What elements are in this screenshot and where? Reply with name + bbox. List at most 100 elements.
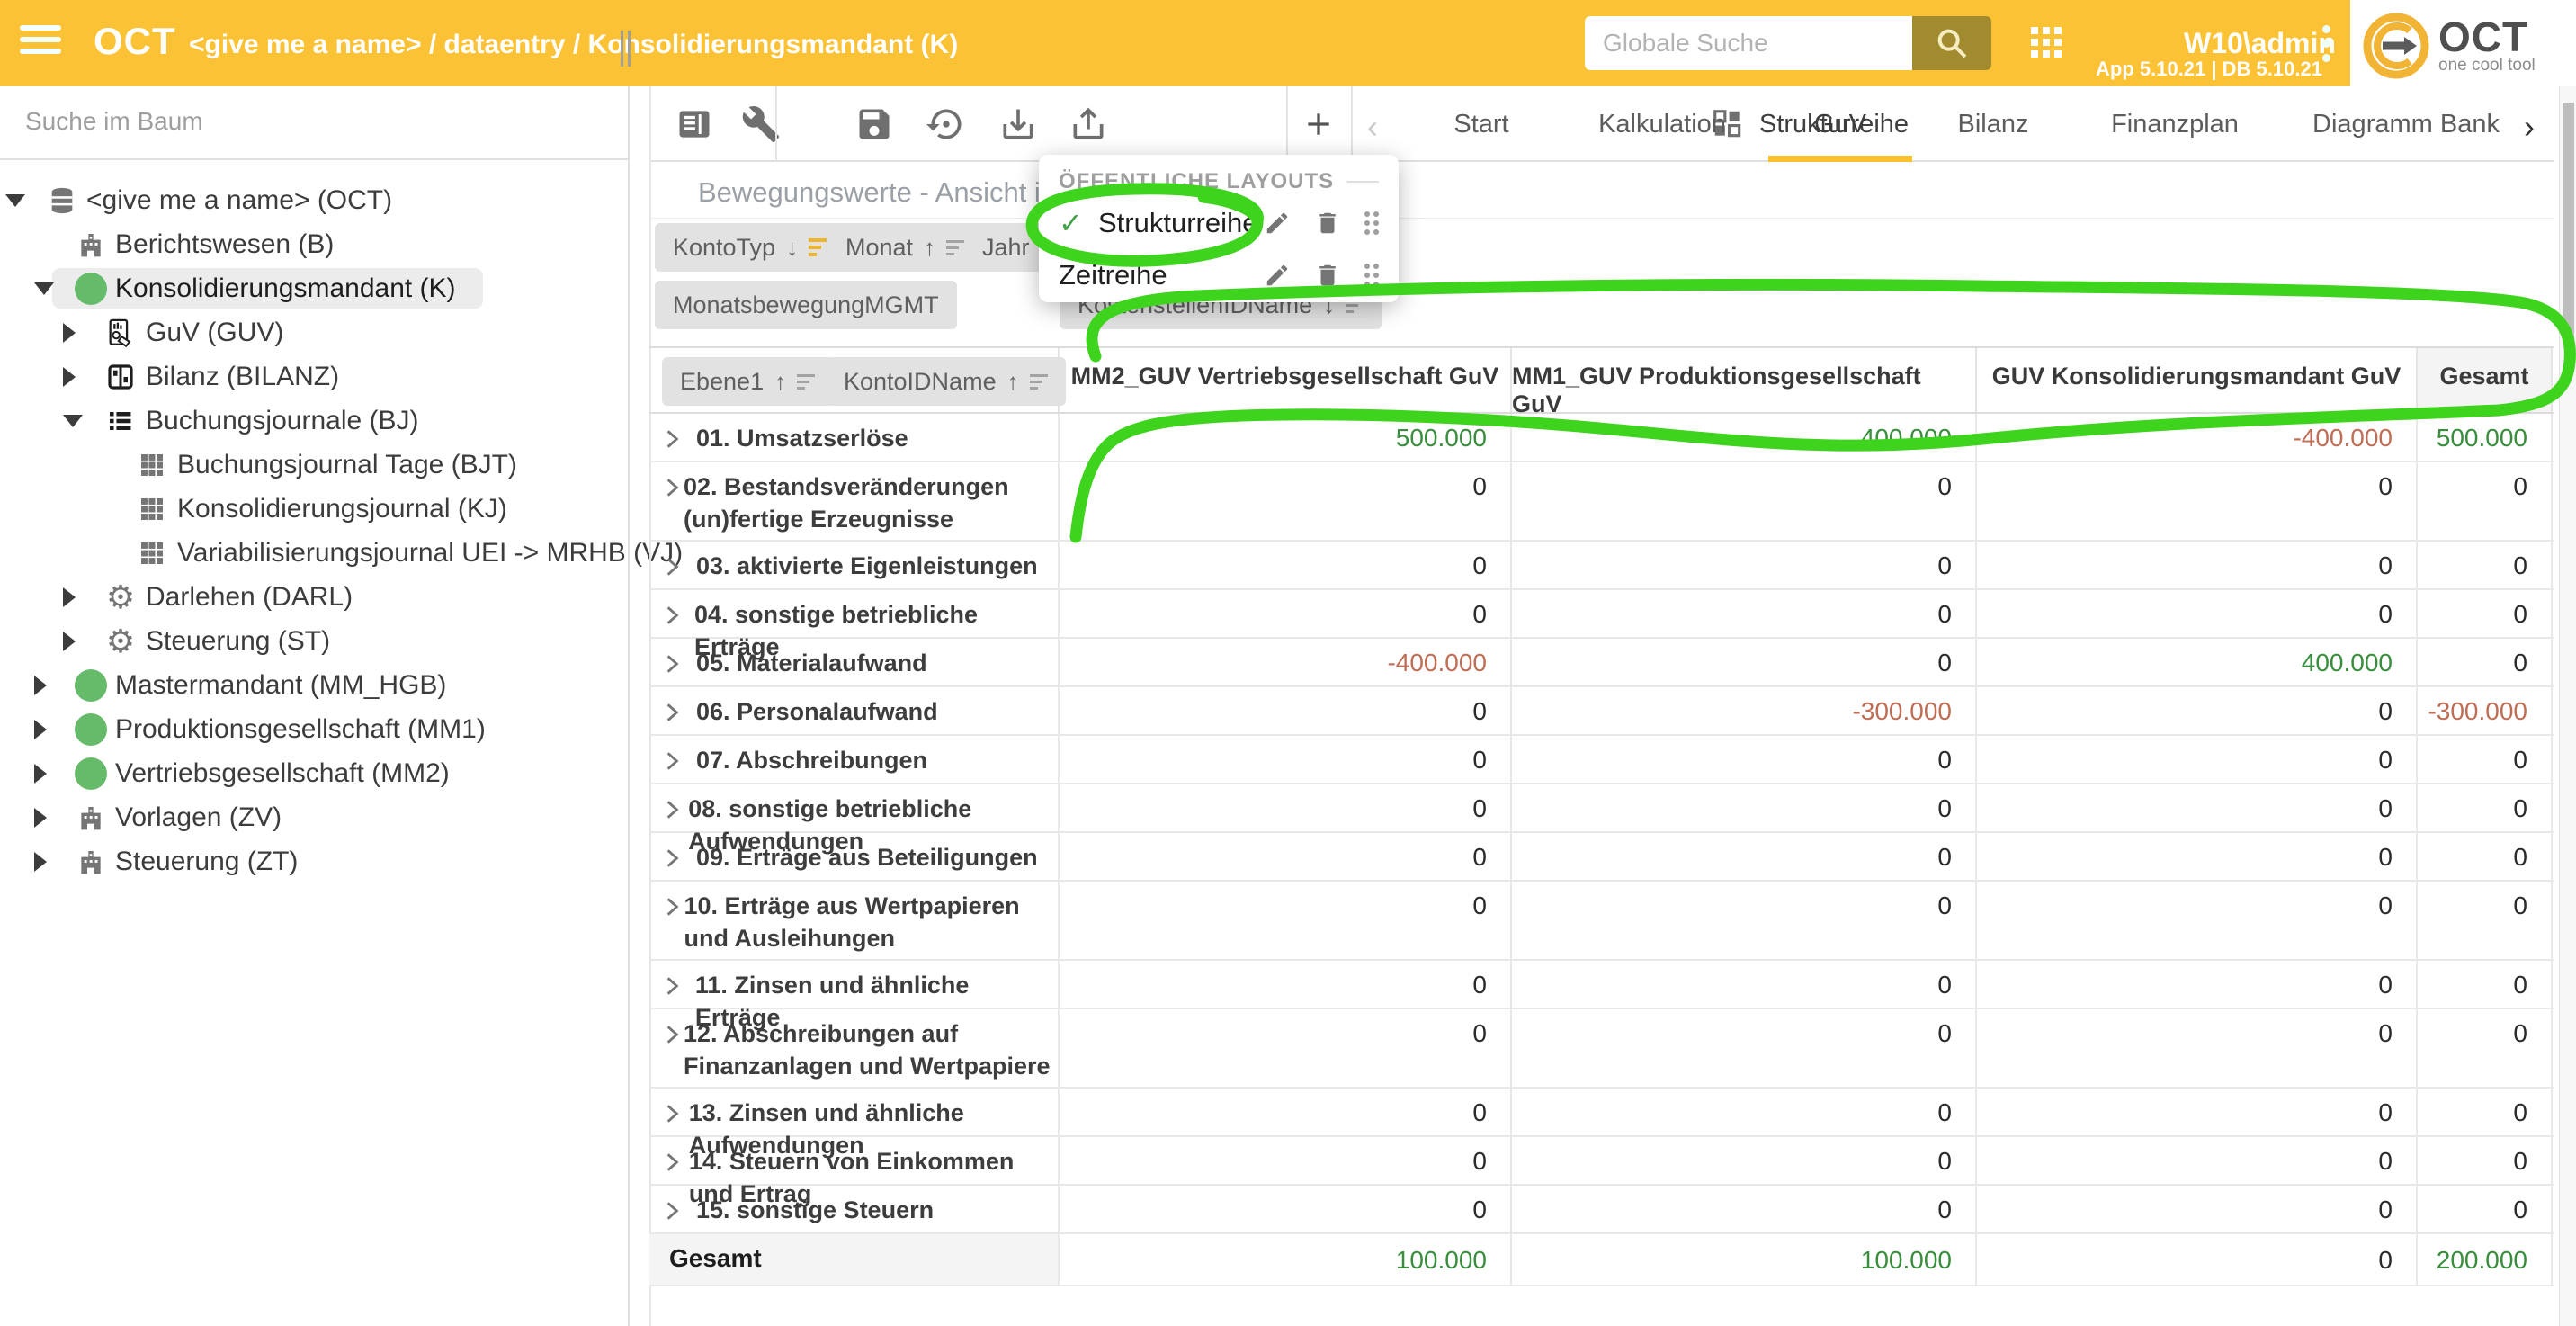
- tree-collapse-arrow-icon[interactable]: [34, 764, 47, 784]
- layout-menu-item-strukturreihe[interactable]: ✓Strukturreihe: [1059, 200, 1379, 246]
- tree-collapse-arrow-icon[interactable]: [63, 632, 76, 651]
- tree-item-steuerung-zt-[interactable]: Steuerung (ZT): [0, 839, 630, 883]
- value-cell[interactable]: 0: [2418, 1137, 2553, 1184]
- value-cell[interactable]: 0: [1060, 833, 1512, 880]
- download-button[interactable]: [997, 103, 1040, 146]
- value-cell[interactable]: 0: [1977, 833, 2418, 880]
- group-chip-monat[interactable]: Monat↑: [827, 223, 982, 272]
- expand-row-chevron-icon[interactable]: [660, 647, 696, 685]
- expand-row-chevron-icon[interactable]: [660, 550, 696, 588]
- tree-collapse-arrow-icon[interactable]: [63, 587, 76, 607]
- tab-kalkulation[interactable]: Kalkulation: [1598, 86, 1726, 162]
- tree-collapse-arrow-icon[interactable]: [34, 852, 47, 872]
- value-cell[interactable]: 0: [1060, 882, 1512, 959]
- expand-row-chevron-icon[interactable]: [660, 1194, 696, 1232]
- table-row[interactable]: 04. sonstige betriebliche Erträge0000: [649, 590, 2554, 639]
- group-chip-kontoidname[interactable]: KontoIDName↑: [826, 357, 1066, 406]
- expand-row-chevron-icon[interactable]: [660, 1097, 689, 1135]
- column-header-col2[interactable]: MM1_GUV Produktionsgesellschaft GuV: [1512, 348, 1977, 412]
- tree-item-produktionsgesellschaft-mm1-[interactable]: Produktionsgesellschaft (MM1): [0, 707, 630, 751]
- group-chip-ebene1[interactable]: Ebene1↑: [662, 357, 833, 406]
- tree-item-vertriebsgesellschaft-mm2-[interactable]: Vertriebsgesellschaft (MM2): [0, 751, 630, 795]
- tab-start[interactable]: Start: [1453, 86, 1508, 162]
- upload-button[interactable]: [1067, 103, 1110, 146]
- value-cell[interactable]: 0: [1060, 736, 1512, 783]
- table-row[interactable]: 10. Erträge aus Wertpapieren und Ausleih…: [649, 882, 2554, 961]
- value-cell[interactable]: 0: [1977, 1089, 2418, 1135]
- value-cell[interactable]: 0: [2418, 462, 2553, 540]
- value-cell[interactable]: 0: [1512, 1009, 1977, 1087]
- tree-item-guv-guv-[interactable]: GuV (GUV): [0, 310, 630, 354]
- value-cell[interactable]: 0: [2418, 1186, 2553, 1232]
- tree-collapse-arrow-icon[interactable]: [34, 676, 47, 695]
- column-header-col1[interactable]: MM2_GUV Vertriebsgesellschaft GuV: [1060, 348, 1512, 412]
- table-row[interactable]: 07. Abschreibungen0000: [649, 736, 2554, 784]
- value-cell[interactable]: 0: [1512, 961, 1977, 1008]
- delete-trash-icon[interactable]: [1314, 262, 1341, 289]
- edit-pencil-icon[interactable]: [1264, 210, 1291, 237]
- tree-item-bilanz-bilanz-[interactable]: Bilanz (BILANZ): [0, 354, 630, 399]
- column-header-gesamt[interactable]: Gesamt: [2418, 348, 2553, 412]
- global-search-button[interactable]: [1912, 16, 1991, 70]
- tree-collapse-arrow-icon[interactable]: [63, 323, 76, 343]
- value-cell[interactable]: 0: [1060, 961, 1512, 1008]
- value-cell[interactable]: 0: [1060, 542, 1512, 588]
- tree-item-steuerung-st-[interactable]: ⚙Steuerung (ST): [0, 619, 630, 663]
- table-row[interactable]: 05. Materialaufwand-400.0000400.0000: [649, 639, 2554, 687]
- group-chip-monatsbewegungmgmt[interactable]: MonatsbewegungMGMT: [655, 281, 957, 329]
- save-button[interactable]: [853, 103, 896, 146]
- value-cell[interactable]: 500.000: [2418, 414, 2553, 461]
- table-row[interactable]: 01. Umsatzserlöse500.000400.000-400.0005…: [649, 414, 2554, 462]
- value-cell[interactable]: -400.000: [1977, 414, 2418, 461]
- tree-collapse-arrow-icon[interactable]: [34, 720, 47, 739]
- value-cell[interactable]: 0: [1977, 882, 2418, 959]
- tree-item--give-me-a-name-oct-[interactable]: <give me a name> (OCT): [0, 178, 630, 222]
- value-cell[interactable]: 0: [1977, 462, 2418, 540]
- value-cell[interactable]: 0: [1512, 833, 1977, 880]
- value-cell[interactable]: 0: [2418, 542, 2553, 588]
- value-cell[interactable]: 0: [2418, 1009, 2553, 1087]
- value-cell[interactable]: 0: [1977, 1009, 2418, 1087]
- table-row[interactable]: 08. sonstige betriebliche Aufwendungen00…: [649, 784, 2554, 833]
- tree-collapse-arrow-icon[interactable]: [34, 808, 47, 828]
- expand-row-chevron-icon[interactable]: [660, 793, 688, 831]
- tree-item-buchungsjournal-tage-bjt-[interactable]: Buchungsjournal Tage (BJT): [0, 443, 630, 487]
- expand-row-chevron-icon[interactable]: [660, 841, 696, 880]
- value-cell[interactable]: 0: [1977, 736, 2418, 783]
- user-menu-kebab-icon[interactable]: [2322, 25, 2331, 68]
- value-cell[interactable]: 0: [1512, 590, 1977, 637]
- tree-collapse-arrow-icon[interactable]: [63, 367, 76, 387]
- layout-selector-button[interactable]: Strukturreihe: [1711, 99, 1909, 149]
- table-row[interactable]: 15. sonstige Steuern0000: [649, 1186, 2554, 1234]
- value-cell[interactable]: -300.000: [1512, 687, 1977, 734]
- value-cell[interactable]: 0: [2418, 961, 2553, 1008]
- value-cell[interactable]: 0: [1512, 1089, 1977, 1135]
- value-cell[interactable]: 0: [1060, 590, 1512, 637]
- value-cell[interactable]: 0: [1060, 784, 1512, 831]
- value-cell[interactable]: 400.000: [1977, 639, 2418, 685]
- group-chip-jahr[interactable]: Jahr: [964, 223, 1048, 272]
- delete-trash-icon[interactable]: [1314, 210, 1341, 237]
- table-row[interactable]: 03. aktivierte Eigenleistungen0000: [649, 542, 2554, 590]
- value-cell[interactable]: 0: [1060, 462, 1512, 540]
- value-cell[interactable]: 0: [1977, 687, 2418, 734]
- table-row[interactable]: 11. Zinsen und ähnliche Erträge0000: [649, 961, 2554, 1009]
- value-cell[interactable]: 0: [1512, 1186, 1977, 1232]
- apps-grid-icon[interactable]: [2031, 27, 2067, 63]
- layout-menu-item-zeitreihe[interactable]: Zeitreihe: [1059, 252, 1379, 299]
- tabs-scroll-right-icon[interactable]: ›: [2524, 108, 2535, 146]
- tree-item-darlehen-darl-[interactable]: ⚙Darlehen (DARL): [0, 575, 630, 619]
- value-cell[interactable]: 0: [2418, 1089, 2553, 1135]
- value-cell[interactable]: 0: [1977, 784, 2418, 831]
- expand-row-chevron-icon[interactable]: [660, 1145, 689, 1184]
- value-cell[interactable]: 0: [1060, 1009, 1512, 1087]
- value-cell[interactable]: 0: [2418, 833, 2553, 880]
- value-cell[interactable]: 0: [1512, 736, 1977, 783]
- value-cell[interactable]: 0: [1977, 590, 2418, 637]
- detail-panel-button[interactable]: [673, 103, 716, 146]
- value-cell[interactable]: 0: [1512, 1137, 1977, 1184]
- table-row[interactable]: 14. Steuern von Einkommen und Ertrag0000: [649, 1137, 2554, 1186]
- value-cell[interactable]: 0: [1512, 784, 1977, 831]
- table-row[interactable]: 09. Erträge aus Beteiligungen0000: [649, 833, 2554, 882]
- expand-row-chevron-icon[interactable]: [660, 470, 684, 540]
